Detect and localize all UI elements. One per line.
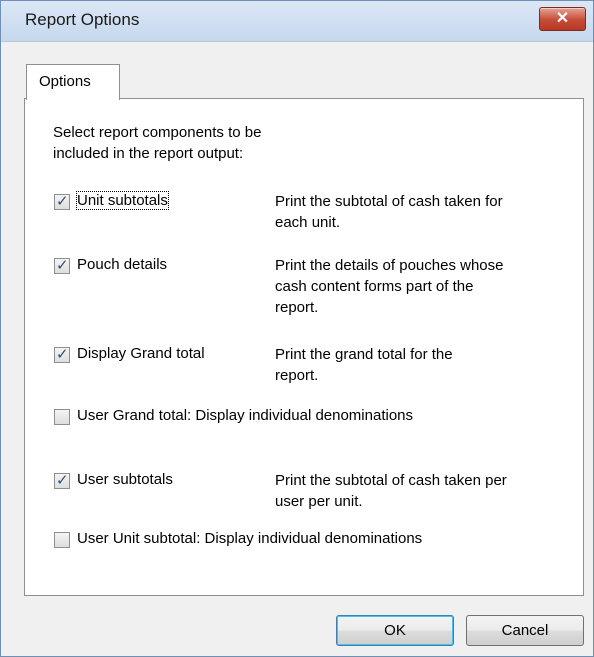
user-subtotals-checkbox[interactable] bbox=[54, 471, 70, 489]
user-grand-total-label[interactable]: User Grand total: Display individual den… bbox=[77, 407, 413, 424]
user-subtotals-description: Print the subtotal of cash taken per use… bbox=[275, 470, 507, 512]
description-line: user per unit. bbox=[275, 493, 363, 510]
cancel-button[interactable]: Cancel bbox=[466, 615, 584, 646]
description-line: report. bbox=[275, 367, 319, 384]
display-grand-total-label[interactable]: Display Grand total bbox=[77, 345, 205, 362]
user-unit-subtotal-checkbox[interactable] bbox=[54, 532, 70, 548]
title-bar: Report Options ✕ bbox=[1, 1, 593, 42]
description-line: report. bbox=[275, 299, 319, 316]
ok-button[interactable]: OK bbox=[336, 615, 454, 646]
description-line: Print the subtotal of cash taken for bbox=[275, 193, 503, 210]
user-grand-total-checkbox[interactable] bbox=[54, 409, 70, 425]
pouch-details-label[interactable]: Pouch details bbox=[77, 256, 167, 273]
user-subtotals-label[interactable]: User subtotals bbox=[77, 471, 173, 488]
pouch-details-checkbox[interactable] bbox=[54, 256, 70, 274]
report-options-dialog: Report Options ✕ Options Select report c… bbox=[0, 0, 594, 657]
user-unit-subtotal-label[interactable]: User Unit subtotal: Display individual d… bbox=[77, 530, 422, 547]
description-line: each unit. bbox=[275, 214, 341, 231]
description-line: cash content forms part of the bbox=[275, 278, 474, 295]
close-button[interactable]: ✕ bbox=[539, 7, 586, 31]
pouch-details-description: Print the details of pouches whose cash … bbox=[275, 255, 503, 318]
display-grand-total-checkbox[interactable] bbox=[54, 345, 70, 363]
window-title: Report Options bbox=[25, 10, 140, 29]
display-grand-total-description: Print the grand total for the report. bbox=[275, 344, 453, 386]
unit-subtotals-label[interactable]: Unit subtotals bbox=[76, 191, 169, 210]
description-line: Print the details of pouches whose bbox=[275, 257, 504, 274]
description-line: Print the subtotal of cash taken per bbox=[275, 472, 507, 489]
tab-options[interactable]: Options bbox=[26, 64, 120, 100]
tab-options-label: Options bbox=[39, 73, 91, 90]
description-line: Print the grand total for the bbox=[275, 346, 453, 363]
intro-line: Select report components to be bbox=[53, 124, 262, 141]
intro-line: included in the report output: bbox=[53, 145, 244, 162]
intro-text: Select report components to be included … bbox=[53, 122, 261, 164]
unit-subtotals-description: Print the subtotal of cash taken for eac… bbox=[275, 191, 503, 233]
unit-subtotals-checkbox[interactable] bbox=[54, 192, 70, 210]
